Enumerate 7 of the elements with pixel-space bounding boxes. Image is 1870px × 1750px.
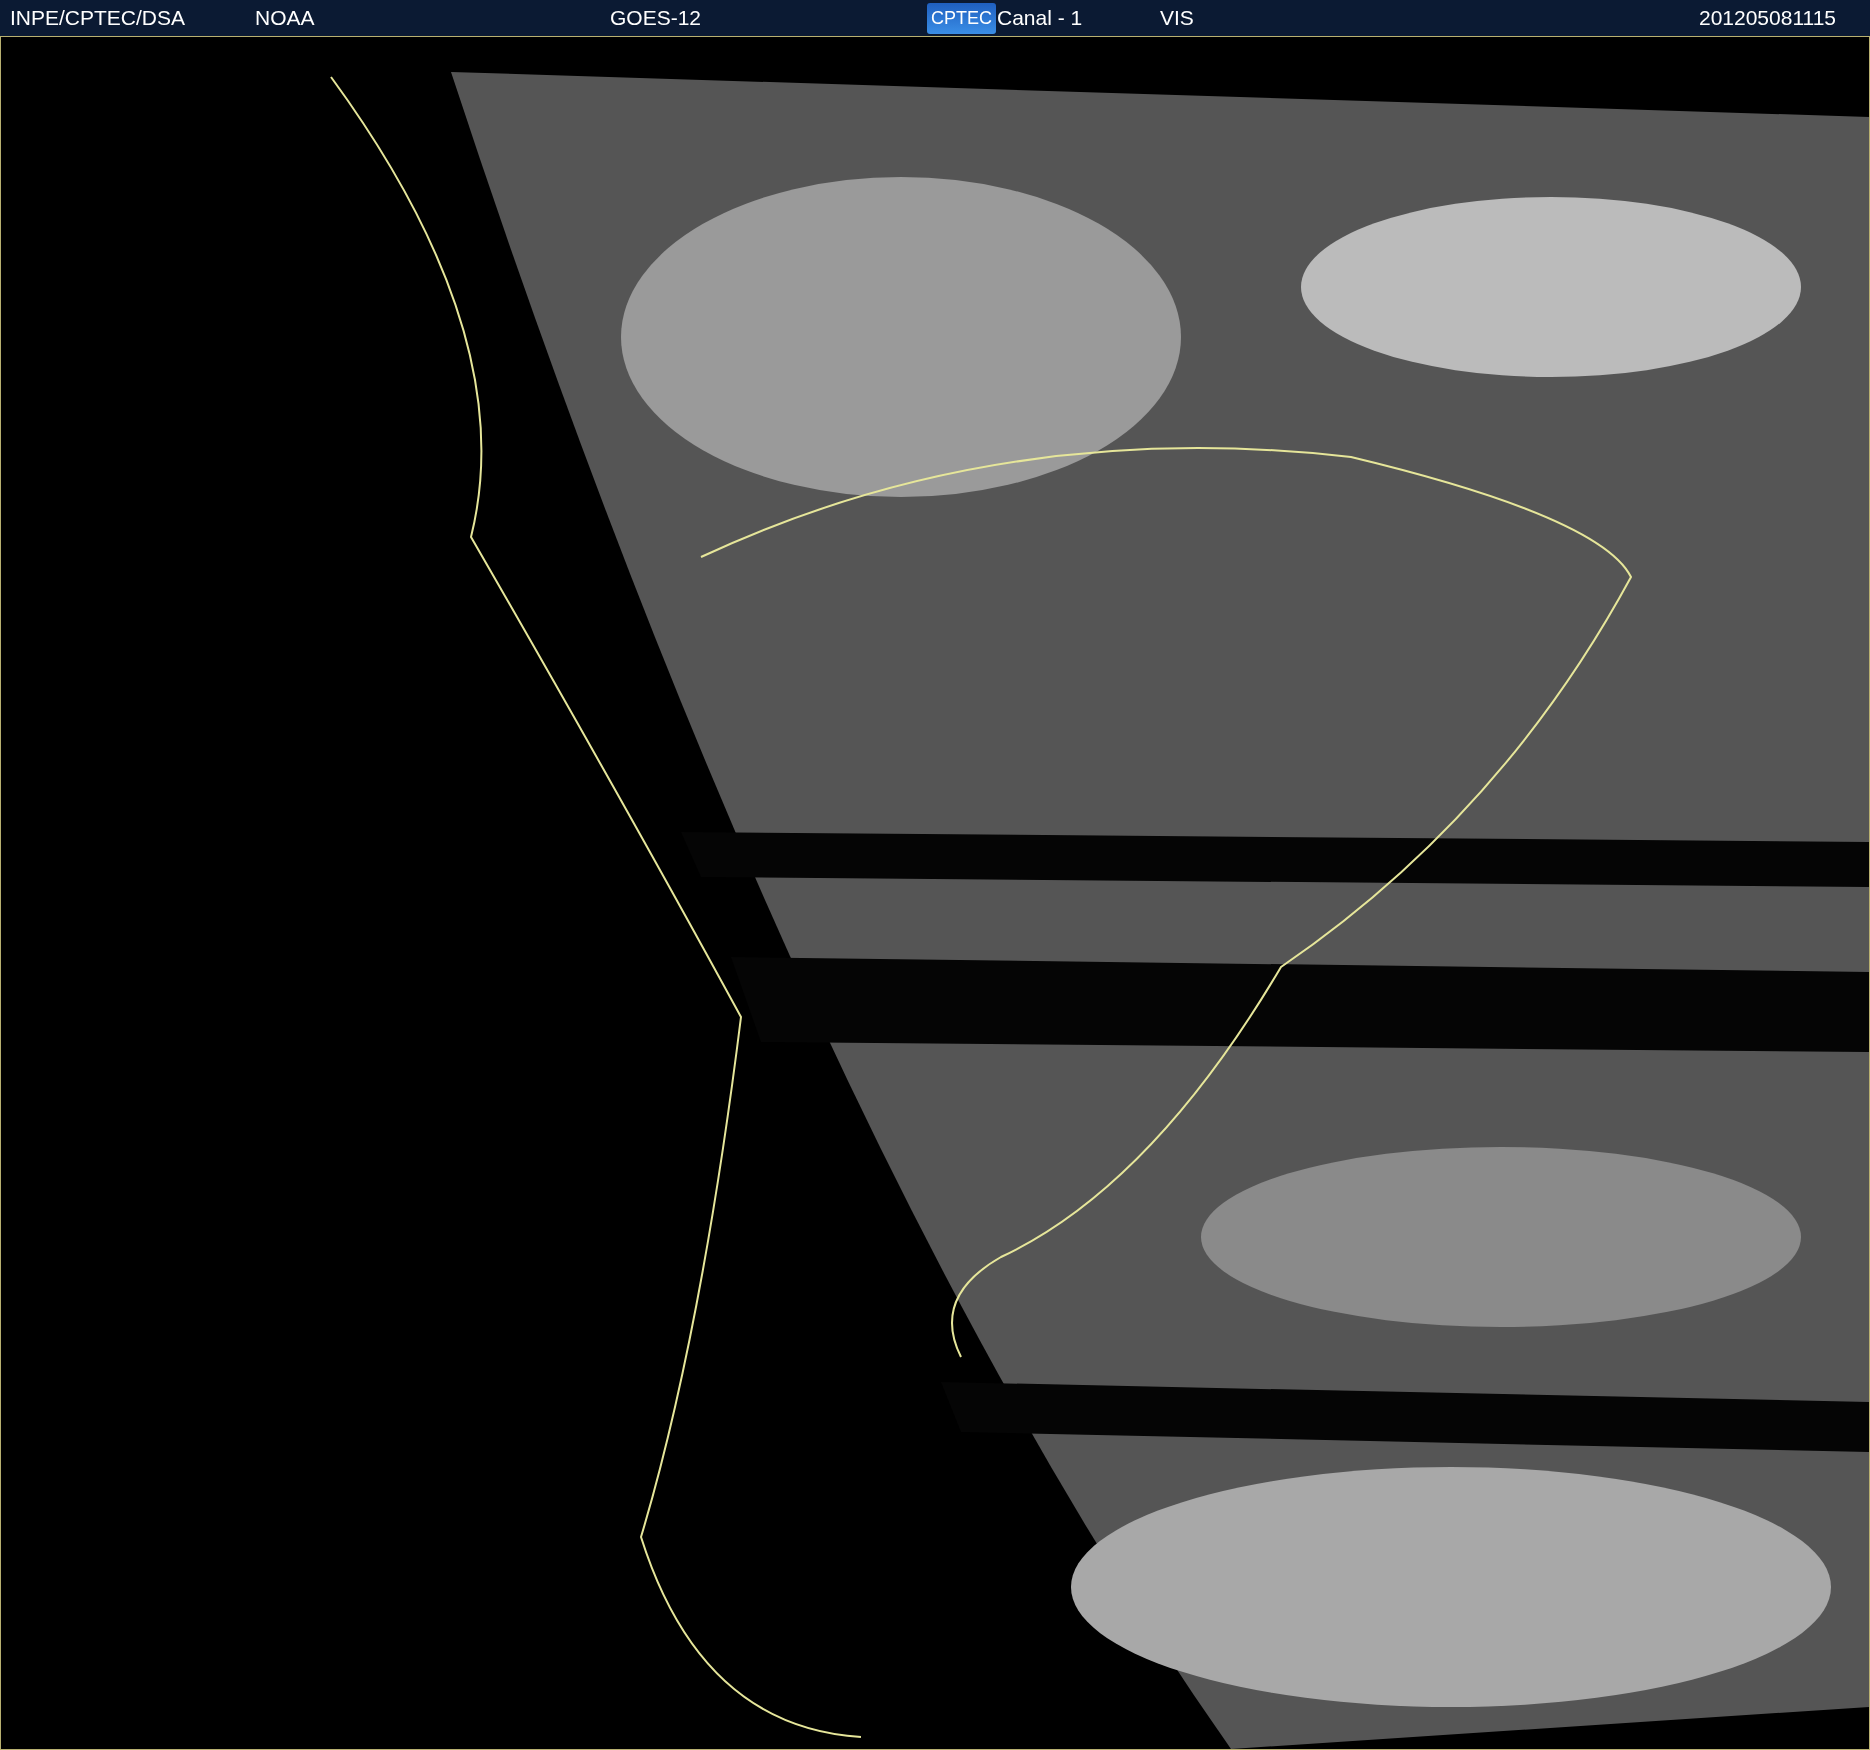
header-label: Canal - 1 [997,5,1084,32]
header-label: NOAA [255,5,316,32]
header-label: VIS [1160,5,1195,32]
logo: CPTEC [927,2,996,34]
header-label: INPE/CPTEC/DSA [10,5,187,32]
header-label: GOES-12 [610,5,703,32]
timestamp: 201205081115 [1698,5,1837,32]
